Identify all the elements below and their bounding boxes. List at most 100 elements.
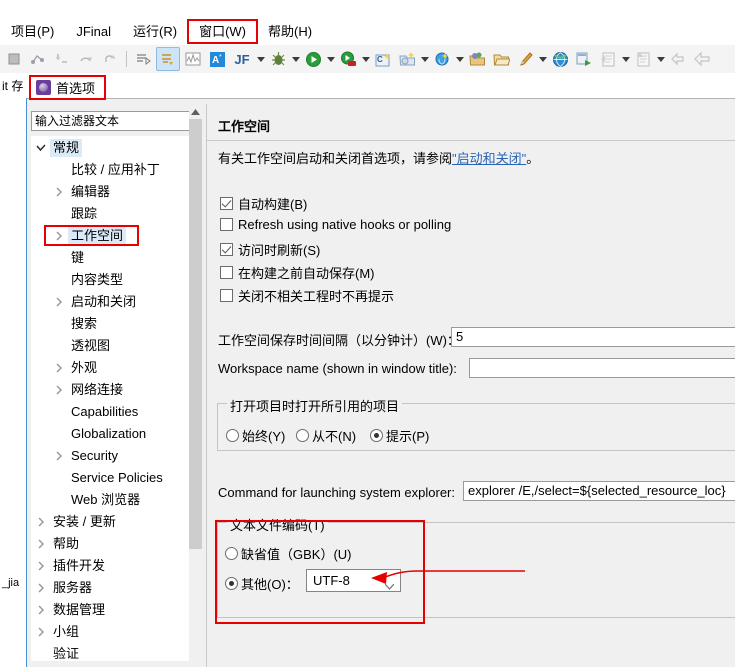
chevron-right-icon[interactable] <box>32 561 50 571</box>
menu-item-run[interactable]: 运行(R) <box>122 20 188 43</box>
scroll-up-arrow-icon[interactable] <box>189 105 202 119</box>
tree-item[interactable]: Capabilities <box>32 401 196 423</box>
next-annotation-icon[interactable] <box>132 48 154 70</box>
step-into-icon[interactable] <box>51 48 73 70</box>
encoding-combobox[interactable]: UTF-8 <box>306 569 401 592</box>
checkbox-save-before-build-box[interactable] <box>220 266 233 279</box>
tree-item[interactable]: 搜索 <box>32 313 196 335</box>
chevron-right-icon[interactable] <box>32 539 50 549</box>
run-as-server-dropdown-arrow[interactable] <box>360 48 371 70</box>
skip-breakpoints-icon[interactable] <box>27 48 49 70</box>
monitor-icon[interactable] <box>182 48 204 70</box>
forward-icon[interactable] <box>691 48 713 70</box>
radio-other-encoding-button[interactable] <box>225 577 238 590</box>
chevron-right-icon[interactable] <box>32 605 50 615</box>
checkbox-save-before-build[interactable]: 在构建之前自动保存(M) <box>220 263 375 282</box>
chevron-right-icon[interactable] <box>50 385 68 395</box>
workspace-name-input[interactable] <box>469 358 735 378</box>
open-perspective-icon[interactable] <box>573 48 595 70</box>
checkbox-refresh-native-hooks-box[interactable] <box>220 218 233 231</box>
startup-shutdown-link[interactable]: "启动和关闭" <box>452 151 526 166</box>
menu-item-window[interactable]: 窗口(W) <box>187 18 259 44</box>
chevron-down-icon[interactable] <box>32 143 50 153</box>
spellcheck-icon[interactable]: A * <box>206 48 228 70</box>
tree-item[interactable]: 比较 / 应用补丁 <box>32 159 196 181</box>
checkbox-refresh-native-hooks[interactable]: Refresh using native hooks or polling <box>220 217 451 232</box>
tree-item[interactable]: Web 浏览器 <box>32 489 196 511</box>
radio-never[interactable]: 从不(N) <box>296 426 356 445</box>
previous-edit-icon[interactable] <box>597 48 619 70</box>
chevron-right-icon[interactable] <box>32 627 50 637</box>
tree-item[interactable]: 网络连接 <box>32 379 196 401</box>
run-dropdown-arrow[interactable] <box>325 48 336 70</box>
tree-item[interactable]: 键 <box>32 247 196 269</box>
checkbox-build-automatically[interactable]: 自动构建(B) <box>220 194 307 213</box>
tree-item[interactable]: Service Policies <box>32 467 196 489</box>
tree-item[interactable]: 跟踪 <box>32 203 196 225</box>
radio-other-encoding[interactable]: 其他(O)： <box>225 574 299 593</box>
tree-item[interactable]: 内容类型 <box>32 269 196 291</box>
tree-item[interactable]: 数据管理 <box>32 599 196 621</box>
run-as-server-icon[interactable] <box>337 48 359 70</box>
checkbox-build-automatically-box[interactable] <box>220 197 233 210</box>
tree-item[interactable]: 小组 <box>32 621 196 643</box>
tree-item[interactable]: 服务器 <box>32 577 196 599</box>
chevron-right-icon[interactable] <box>50 187 68 197</box>
back-icon[interactable] <box>667 48 689 70</box>
workspace-save-interval-input[interactable]: 5 <box>451 327 735 347</box>
checkbox-no-prompt-unrelated-projects[interactable]: 关闭不相关工程时不再提示 <box>220 286 394 305</box>
tree-item[interactable]: 启动和关闭 <box>32 291 196 313</box>
tree-item[interactable]: 帮助 <box>32 533 196 555</box>
chevron-right-icon[interactable] <box>50 451 68 461</box>
toggle-mark-occurrences-icon[interactable] <box>156 47 180 71</box>
next-edit-icon[interactable] <box>632 48 654 70</box>
background-editor-tab[interactable]: it 存 <box>0 77 23 94</box>
tree-item[interactable]: 安装 / 更新 <box>32 511 196 533</box>
tree-scrollbar[interactable] <box>189 105 202 664</box>
partial-left-tab[interactable]: _jia <box>0 576 22 590</box>
checkbox-refresh-on-access-box[interactable] <box>220 243 233 256</box>
previous-edit-dropdown-arrow[interactable] <box>620 48 631 70</box>
chevron-down-icon[interactable] <box>384 578 395 590</box>
radio-always-button[interactable] <box>226 429 239 442</box>
system-explorer-input[interactable]: explorer /E,/select=${selected_resource_… <box>463 481 735 501</box>
new-package-dropdown-arrow[interactable] <box>419 48 430 70</box>
open-web-browser-icon[interactable] <box>549 48 571 70</box>
open-type-icon[interactable] <box>466 48 488 70</box>
debug-icon[interactable] <box>267 48 289 70</box>
jfinal-dropdown-arrow[interactable] <box>255 48 266 70</box>
checkbox-refresh-on-access[interactable]: 访问时刷新(S) <box>220 240 320 259</box>
radio-default-encoding[interactable]: 缺省值（GBK）(U) <box>225 544 352 563</box>
radio-prompt[interactable]: 提示(P) <box>370 426 429 445</box>
filter-input[interactable]: 输入过滤器文本 <box>31 111 197 131</box>
preferences-tree[interactable]: 常规 比较 / 应用补丁 编辑器 跟踪 工作空间键内容类型 启动和关闭 搜索 透视图 外观 网络连… <box>31 136 197 661</box>
chevron-right-icon[interactable] <box>50 297 68 307</box>
step-return-icon[interactable] <box>99 48 121 70</box>
step-over-icon[interactable] <box>75 48 97 70</box>
jfinal-icon[interactable]: JF <box>230 48 254 70</box>
tree-item[interactable]: 编辑器 <box>32 181 196 203</box>
tree-scrollbar-thumb[interactable] <box>189 119 202 549</box>
radio-default-encoding-button[interactable] <box>225 547 238 560</box>
tree-item[interactable]: 验证 <box>32 643 196 660</box>
search-dropdown-arrow[interactable] <box>454 48 465 70</box>
chevron-right-icon[interactable] <box>50 363 68 373</box>
chevron-right-icon[interactable] <box>32 517 50 527</box>
format-dropdown-arrow[interactable] <box>537 48 548 70</box>
terminate-icon[interactable] <box>3 48 25 70</box>
new-class-icon[interactable]: C <box>372 48 394 70</box>
chevron-right-icon[interactable] <box>50 231 68 241</box>
tree-item[interactable]: 插件开发 <box>32 555 196 577</box>
tree-item[interactable]: Globalization <box>32 423 196 445</box>
open-folder-icon[interactable] <box>490 48 512 70</box>
menu-item-help[interactable]: 帮助(H) <box>257 20 323 43</box>
new-java-package-icon[interactable] <box>396 48 418 70</box>
search-icon[interactable] <box>431 48 453 70</box>
tree-item[interactable]: 外观 <box>32 357 196 379</box>
next-edit-dropdown-arrow[interactable] <box>655 48 666 70</box>
radio-prompt-button[interactable] <box>370 429 383 442</box>
radio-never-button[interactable] <box>296 429 309 442</box>
menu-item-jfinal[interactable]: JFinal <box>65 20 122 43</box>
chevron-right-icon[interactable] <box>32 583 50 593</box>
menu-item-project[interactable]: 项目(P) <box>0 20 65 43</box>
